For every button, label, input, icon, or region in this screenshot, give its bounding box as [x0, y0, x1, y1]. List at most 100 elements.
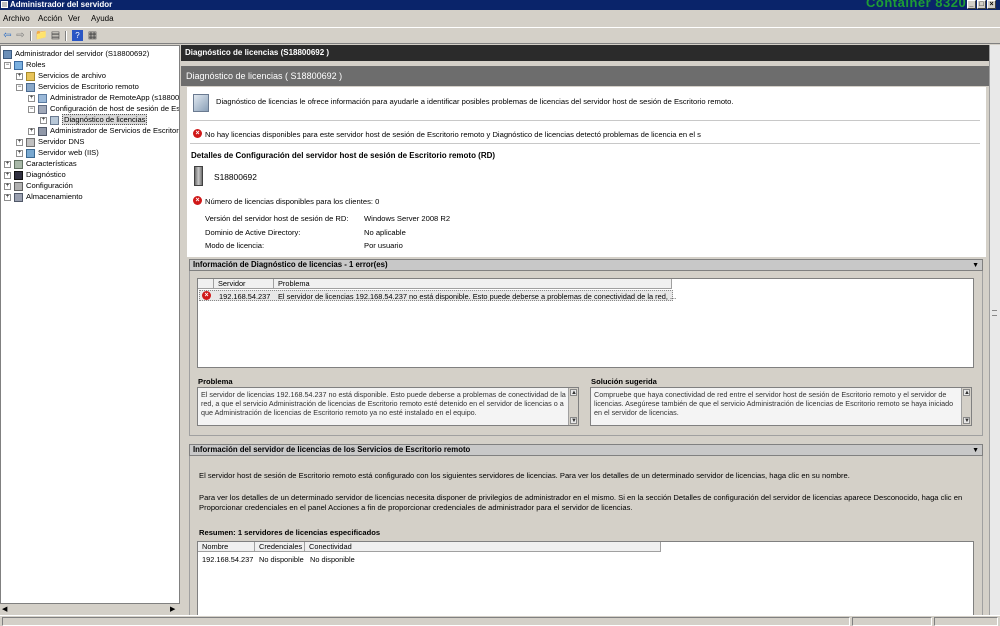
grid-column-conectividad[interactable]: Conectividad: [305, 542, 661, 552]
expand-icon[interactable]: +: [16, 149, 23, 157]
tree-item-iis[interactable]: + Servidor web (IIS): [16, 147, 99, 158]
tree-item-remoteapp[interactable]: + Administrador de RemoteApp (s18800692): [28, 92, 179, 103]
menu-accion[interactable]: Acción: [38, 14, 62, 23]
solution-textbox[interactable]: Compruebe que haya conectividad de red e…: [590, 387, 972, 426]
ls-paragraph-1: El servidor host de sesión de Escritorio…: [199, 471, 850, 480]
expand-icon[interactable]: +: [16, 138, 23, 146]
ls-cell-connectivity: No disponible: [310, 555, 355, 564]
menu-archivo[interactable]: Archivo: [3, 14, 30, 23]
expand-icon[interactable]: +: [4, 182, 11, 190]
ls-section-title: Información del servidor de licencias de…: [193, 445, 471, 454]
scroll-down-icon[interactable]: ▼: [963, 417, 970, 424]
tree-item-storage[interactable]: + Almacenamiento: [4, 191, 83, 202]
diag-grid: Servidor Problema × 192.168.54.237 El se…: [197, 278, 974, 368]
expand-icon[interactable]: +: [4, 193, 11, 201]
tree-item-rd-services-manager[interactable]: +Administrador de Servicios de Escritori…: [28, 125, 179, 136]
remoteapp-icon: [38, 93, 47, 103]
content-vertical-scrollbar[interactable]: [989, 45, 1000, 615]
tree-item-features[interactable]: + Características: [4, 158, 77, 169]
menu-bar: Archivo Acción Ver Ayuda: [0, 11, 1000, 27]
error-icon: ×: [202, 291, 211, 300]
error-icon: ×: [193, 196, 202, 205]
scroll-up-icon[interactable]: ▲: [963, 389, 970, 396]
window-title: Administrador del servidor: [10, 0, 113, 9]
scroll-left-icon[interactable]: ◀: [2, 605, 7, 613]
grid-column-credenciales[interactable]: Credenciales: [255, 542, 305, 552]
problem-scrollbar[interactable]: ▲ ▼: [568, 388, 578, 425]
ls-section-header[interactable]: Información del servidor de licencias de…: [189, 444, 983, 456]
diag-section-header[interactable]: Información de Diagnóstico de licencias …: [189, 259, 983, 271]
grid-column-servidor[interactable]: Servidor: [214, 279, 274, 289]
grid-cell-problem: El servidor de licencias 192.168.54.237 …: [278, 292, 677, 301]
menu-ayuda[interactable]: Ayuda: [91, 14, 114, 23]
tree-item-configuration[interactable]: + Configuración: [4, 180, 73, 191]
scroll-up-icon[interactable]: ▲: [570, 389, 577, 396]
watermark: Container 8320: [866, 0, 967, 10]
status-segment: [852, 617, 932, 626]
tree-item-dns[interactable]: + Servidor DNS: [16, 136, 84, 147]
expand-icon[interactable]: +: [16, 72, 23, 80]
tree-item-roles[interactable]: − Roles: [4, 59, 45, 70]
dns-icon: [26, 137, 35, 147]
collapse-icon[interactable]: −: [4, 61, 11, 69]
problem-label: Problema: [198, 377, 233, 386]
grid-column-problema[interactable]: Problema: [274, 279, 672, 289]
configuration-icon: [14, 181, 23, 191]
tree-item-root[interactable]: Administrador del servidor (S18800692): [3, 48, 149, 59]
collapse-arrow-icon[interactable]: ▼: [972, 261, 979, 271]
prop-label-domain: Dominio de Active Directory:: [205, 228, 301, 237]
expand-icon[interactable]: +: [4, 160, 11, 168]
server-icon: [194, 166, 203, 186]
ls-cell-name[interactable]: 192.168.54.237: [202, 555, 253, 564]
problem-text: El servidor de licencias 192.168.54.237 …: [201, 390, 566, 417]
properties-icon[interactable]: ▦: [87, 30, 98, 41]
prop-label-version: Versión del servidor host de sesión de R…: [205, 214, 349, 223]
scroll-right-icon[interactable]: ▶: [170, 605, 175, 613]
maximize-button[interactable]: □: [977, 0, 986, 9]
prop-value-license-mode: Por usuario: [364, 241, 403, 250]
problem-textbox[interactable]: El servidor de licencias 192.168.54.237 …: [197, 387, 579, 426]
expand-icon[interactable]: +: [4, 171, 11, 179]
tree-horizontal-scrollbar[interactable]: ◀ ▶: [0, 603, 180, 615]
up-folder-icon[interactable]: 📁: [35, 30, 47, 41]
tree-item-rdsh-config[interactable]: −Configuración de host de sesión de Escr…: [28, 103, 179, 114]
tree-item-license-diagnoser[interactable]: + Diagnóstico de licencias: [40, 114, 148, 125]
ls-cell-credentials: No disponible: [259, 555, 304, 564]
ls-paragraph-2: Para ver los detalles de un determinado …: [199, 493, 963, 512]
scroll-grip-icon[interactable]: [992, 310, 997, 316]
diagnostics-icon: [14, 170, 23, 180]
remote-desktop-icon: [26, 82, 35, 92]
collapse-icon[interactable]: −: [16, 83, 23, 91]
tree-item-rd-services[interactable]: − Servicios de Escritorio remoto: [16, 81, 139, 92]
prop-value-domain: No aplicable: [364, 228, 406, 237]
help-icon[interactable]: ?: [72, 30, 83, 41]
menu-ver[interactable]: Ver: [68, 14, 80, 23]
prop-value-version: Windows Server 2008 R2: [364, 214, 451, 223]
forward-icon[interactable]: ⇨: [15, 30, 26, 41]
server-name: S18800692: [214, 172, 257, 182]
intro-text: Diagnóstico de licencias le ofrece infor…: [216, 97, 734, 106]
toolbar: ⇦ ⇨ 📁 ▤ ? ▦: [0, 27, 1000, 44]
console-tree: Administrador del servidor (S18800692) −…: [0, 45, 180, 615]
error-icon: ×: [193, 129, 202, 138]
solution-scrollbar[interactable]: ▲ ▼: [961, 388, 971, 425]
scroll-down-icon[interactable]: ▼: [570, 417, 577, 424]
show-hide-tree-icon[interactable]: ▤: [50, 30, 61, 41]
collapse-icon[interactable]: −: [28, 105, 35, 113]
tree-item-diagnostics[interactable]: + Diagnóstico: [4, 169, 66, 180]
services-manager-icon: [38, 126, 47, 136]
solution-text: Compruebe que haya conectividad de red e…: [594, 390, 954, 417]
tree-item-file-services[interactable]: + Servicios de archivo: [16, 70, 106, 81]
license-diagnoser-icon: [50, 115, 59, 125]
toolbar-separator: [30, 31, 32, 41]
grid-column-nombre[interactable]: Nombre: [198, 542, 255, 552]
collapse-arrow-icon[interactable]: ▼: [972, 446, 979, 456]
config-icon: [38, 104, 47, 114]
expand-icon[interactable]: +: [28, 127, 35, 135]
close-button[interactable]: ×: [987, 0, 996, 9]
minimize-button[interactable]: _: [967, 0, 976, 9]
folder-icon: [26, 71, 35, 81]
expand-icon[interactable]: +: [28, 94, 35, 102]
expand-icon[interactable]: +: [40, 116, 47, 124]
back-icon[interactable]: ⇦: [2, 30, 13, 41]
